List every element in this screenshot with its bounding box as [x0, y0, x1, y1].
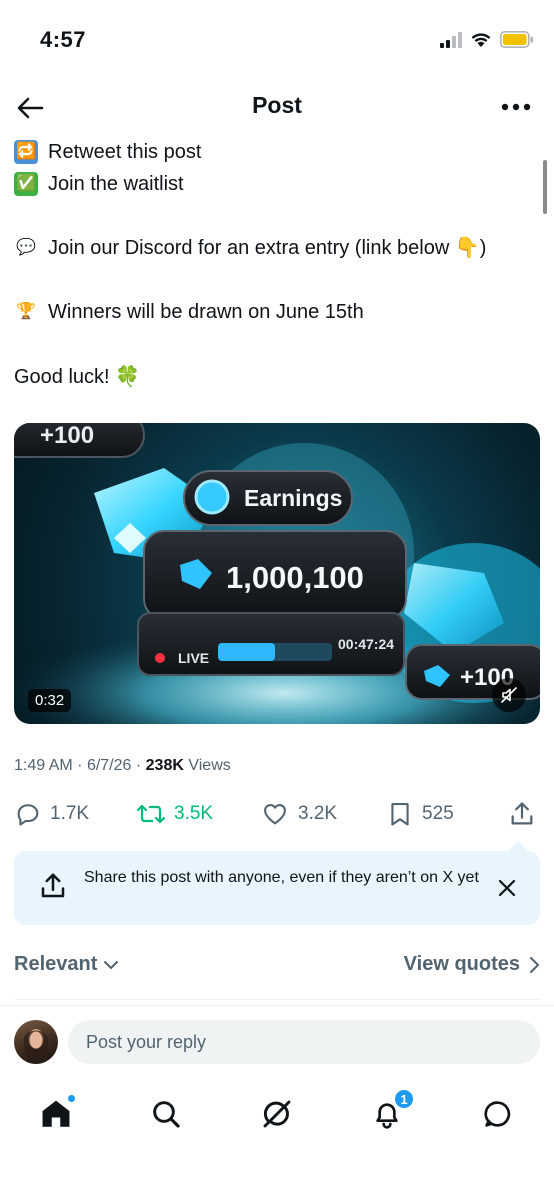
share-tip-pointer	[508, 841, 528, 851]
post-date: 6/7/26	[86, 757, 132, 774]
share-tip-icon	[38, 871, 68, 906]
video-player[interactable]: +100 Earnings 1,000,100 LIVE 00:47:24 +1…	[14, 423, 540, 724]
close-icon	[498, 879, 516, 897]
live-label: LIVE	[178, 650, 209, 666]
status-time: 4:57	[40, 27, 87, 52]
status-bar: 4:57	[0, 0, 554, 78]
more-options-button[interactable]	[498, 92, 534, 122]
repeat-emoji-icon: 🔁	[14, 140, 38, 164]
nav-messages[interactable]	[478, 1094, 518, 1134]
notification-badge: 1	[393, 1088, 415, 1110]
meta-separator: ·	[135, 757, 142, 774]
heart-icon	[264, 803, 286, 825]
earnings-label: Earnings	[244, 485, 342, 511]
page-title: Post	[252, 92, 302, 118]
post-meta: 1:49 AM · 6/7/26 · 238K Views	[14, 757, 231, 775]
repost-count: 3.5K	[174, 803, 214, 824]
nav-grok[interactable]	[257, 1094, 297, 1134]
live-progress-fill	[218, 643, 275, 661]
earnings-value: 1,000,100	[226, 560, 364, 595]
chevron-right-icon	[530, 956, 539, 973]
post-line: 🏆 Winners will be drawn on June 15th	[14, 296, 544, 328]
views-label: Views	[188, 757, 231, 774]
post-line: Good luck! 🍀	[14, 361, 544, 393]
video-duration: 0:32	[28, 689, 72, 712]
cellular-signal-icon	[440, 31, 462, 53]
reply-sort-row: Relevant View quotes	[14, 953, 540, 983]
view-quotes-link[interactable]: View quotes	[404, 953, 540, 976]
like-count: 3.2K	[298, 803, 338, 824]
divider	[14, 999, 540, 1000]
speaker-muted-icon	[501, 687, 517, 703]
search-icon	[153, 1101, 180, 1128]
chevron-down-icon	[104, 960, 119, 969]
bookmark-count: 525	[422, 803, 454, 824]
reply-placeholder: Post your reply	[86, 1031, 207, 1052]
reply-input[interactable]: Post your reply	[68, 1020, 540, 1064]
reply-count: 1.7K	[50, 803, 90, 824]
nav-search[interactable]	[146, 1094, 186, 1134]
new-content-dot	[67, 1094, 76, 1103]
plus-top-label: +100	[40, 423, 94, 449]
live-timer: 00:47:24	[338, 636, 394, 652]
post-line-text: Retweet this post	[48, 141, 202, 163]
mute-button[interactable]	[492, 678, 526, 712]
trophy-emoji-icon: 🏆	[16, 303, 36, 320]
action-bar: 1.7K 3.5K 3.2K 525	[14, 796, 542, 836]
share-tip-banner: Share this post with anyone, even if the…	[14, 841, 540, 925]
post-time: 1:49 AM	[14, 757, 73, 774]
nav-notifications[interactable]: 1	[367, 1088, 415, 1134]
status-icons	[440, 31, 534, 53]
share-button[interactable]	[508, 796, 536, 832]
messages-icon	[484, 1101, 511, 1127]
post-header: Post	[0, 78, 554, 136]
post-line-text: Join the waitlist	[48, 173, 184, 195]
post-body: 🔁 Retweet this post ✅ Join the waitlist …	[14, 136, 544, 393]
bookmark-icon	[391, 803, 409, 826]
reply-button[interactable]: 1.7K	[14, 796, 89, 832]
post-line: 💬 Join our Discord for an extra entry (l…	[14, 232, 544, 264]
more-horizontal-icon	[501, 103, 531, 111]
battery-icon	[500, 31, 534, 53]
wifi-icon	[470, 32, 492, 53]
avatar[interactable]	[14, 1020, 58, 1064]
share-icon	[41, 873, 65, 898]
post-line-text: Good luck! 🍀	[14, 366, 141, 388]
share-tip-text: Share this post with anyone, even if the…	[84, 869, 479, 886]
sort-dropdown[interactable]: Relevant	[14, 953, 119, 976]
close-button[interactable]	[494, 875, 520, 901]
meta-separator: ·	[77, 757, 83, 774]
view-quotes-label: View quotes	[403, 953, 520, 975]
reply-icon	[17, 804, 39, 826]
share-icon	[511, 802, 533, 825]
speech-bubble-emoji-icon: 💬	[16, 239, 36, 256]
nav-home[interactable]	[36, 1094, 76, 1134]
views-count: 238K	[145, 757, 184, 774]
repost-button[interactable]: 3.5K	[136, 796, 213, 832]
post-line-text: Join our Discord for an extra entry (lin…	[48, 237, 487, 259]
divider	[0, 1005, 554, 1006]
grok-icon	[263, 1100, 291, 1128]
sort-label: Relevant	[14, 953, 98, 975]
bottom-nav: 1	[0, 1080, 554, 1150]
post-line-text: Winners will be drawn on June 15th	[48, 301, 364, 323]
repost-icon	[136, 804, 166, 824]
checkmark-emoji-icon: ✅	[14, 172, 38, 196]
like-button[interactable]: 3.2K	[260, 796, 337, 832]
post-line: ✅ Join the waitlist	[14, 168, 544, 200]
bookmark-button[interactable]: 525	[386, 796, 454, 832]
post-line: 🔁 Retweet this post	[14, 136, 544, 168]
